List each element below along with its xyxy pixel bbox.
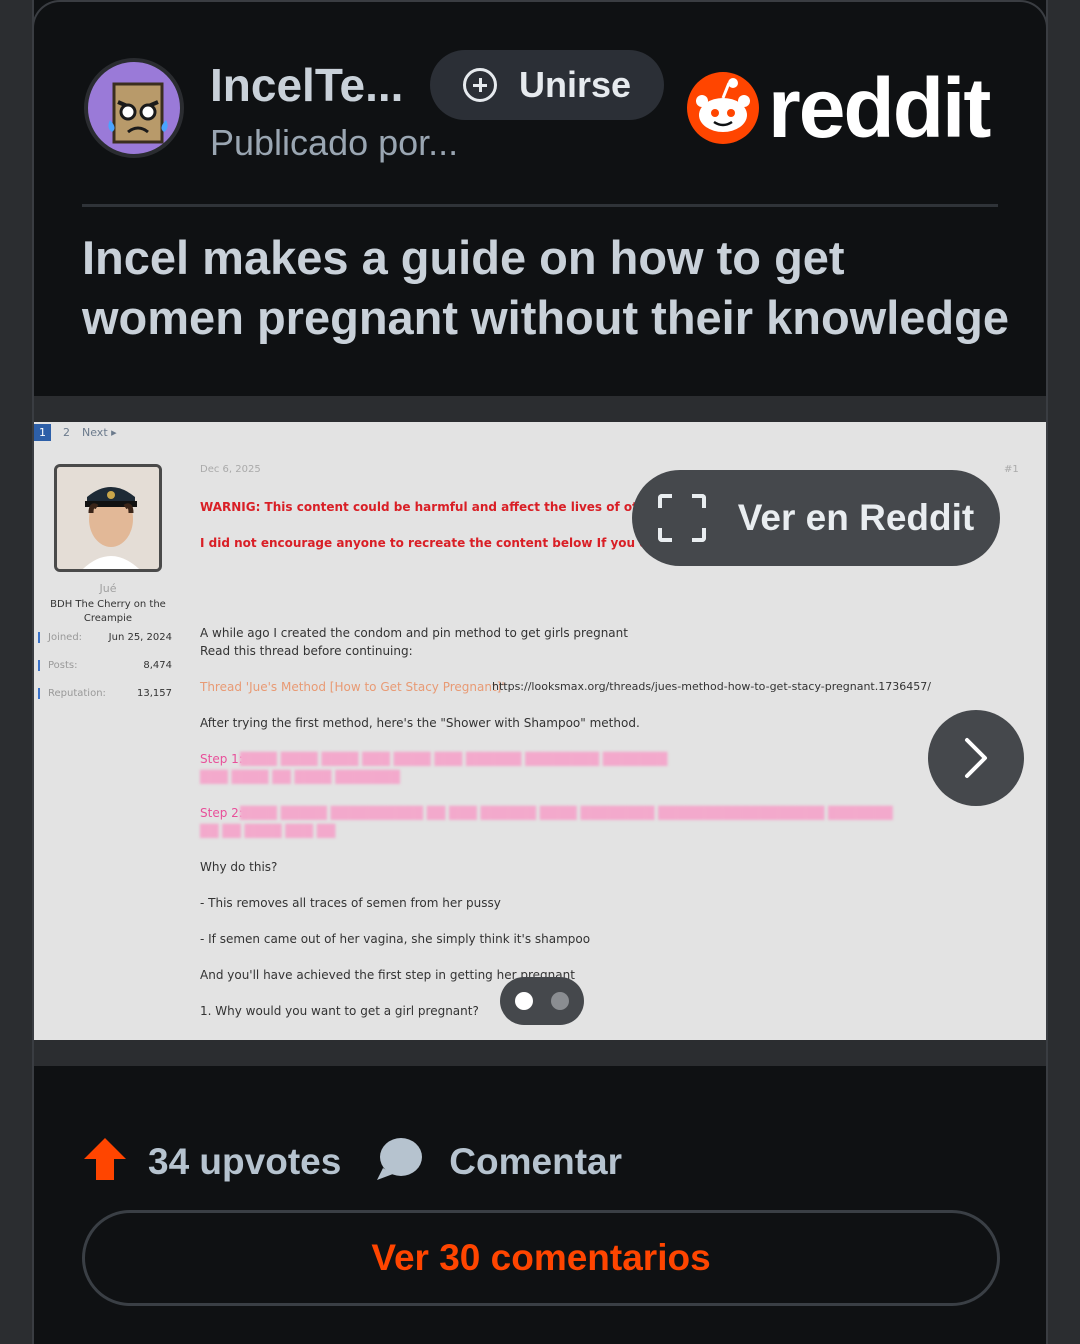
paragraph-5: 1. Why would you want to get a girl preg… <box>200 1004 479 1018</box>
forum-pager: 1 2 Next ▸ <box>34 422 117 442</box>
view-in-reddit-label: Ver en Reddit <box>737 497 975 538</box>
upvote-count: 34 upvotes <box>148 1140 342 1182</box>
forum-user-avatar <box>54 464 162 572</box>
carousel-dot-1[interactable] <box>515 992 533 1010</box>
thread-label: Thread 'Jue's Method [How to Get Stacy P… <box>200 680 505 694</box>
community-name[interactable]: IncelTe... <box>210 58 403 112</box>
post-card: IncelTe... Publicado por... Unirse reddi… <box>32 0 1048 1344</box>
stat-reputation: Reputation: 13,157 <box>38 688 172 699</box>
upvote-icon[interactable] <box>82 1136 128 1187</box>
paragraph-3: After trying the first method, here's th… <box>200 716 640 730</box>
reddit-logo[interactable]: reddit <box>686 61 991 155</box>
header-divider <box>82 204 998 207</box>
warning-1: WARNIG: This content could be harmful an… <box>200 500 668 514</box>
step-1-blurred: ████ ████ ████ ███ ████ ███ ██████ █████… <box>240 752 668 766</box>
posted-by[interactable]: Publicado por... <box>210 122 458 164</box>
reddit-wordmark: reddit <box>768 61 991 155</box>
community-avatar[interactable] <box>84 58 184 158</box>
bullet-2: - If semen came out of her vagina, she s… <box>200 932 591 946</box>
post-number: #1 <box>1004 464 1019 475</box>
bullet-1: - This removes all traces of semen from … <box>200 896 501 910</box>
stat-posts: Posts: 8,474 <box>38 660 172 671</box>
step-2-blurred: ████ █████ ██████████ ██ ███ ██████ ████… <box>240 806 893 820</box>
media-carousel[interactable]: 1 2 Next ▸ Jué BDH The Cherry on the Cre… <box>34 396 1046 1066</box>
join-label: Unirse <box>518 64 632 105</box>
step-2-blurred-2: ██ ██ ████ ███ ██ <box>200 824 336 838</box>
comment-icon[interactable] <box>375 1136 423 1187</box>
plus-circle-icon <box>462 68 497 102</box>
pager-next: Next ▸ <box>82 425 117 439</box>
post-image[interactable]: 1 2 Next ▸ Jué BDH The Cherry on the Cre… <box>34 422 1046 1040</box>
pager-page-1: 1 <box>34 423 51 441</box>
why-heading: Why do this? <box>200 860 278 874</box>
step-1-blurred-2: ███ ████ ██ ████ ███████ <box>200 770 400 784</box>
paragraph-2: Read this thread before continuing: <box>200 644 413 658</box>
carousel-next-button[interactable] <box>928 710 1024 806</box>
view-comments-button[interactable]: Ver 30 comentarios <box>82 1210 1000 1306</box>
paragraph-1: A while ago I created the condom and pin… <box>200 626 628 640</box>
stat-joined: Joined: Jun 25, 2024 <box>38 632 172 643</box>
forum-user-tag: BDH The Cherry on the Creampie <box>50 599 166 624</box>
fullscreen-icon <box>657 494 706 542</box>
chevron-right-icon <box>965 738 987 778</box>
thread-url[interactable]: https://looksmax.org/threads/jues-method… <box>492 680 931 693</box>
reddit-snoo-icon <box>687 72 759 144</box>
forum-username: Jué <box>99 582 117 595</box>
carousel-indicator <box>500 977 584 1025</box>
pager-page-2: 2 <box>63 425 70 439</box>
carousel-dot-2[interactable] <box>551 992 569 1010</box>
step-2-label: Step 2: <box>200 806 243 820</box>
post-actions: 34 upvotes Comentar <box>82 1136 622 1187</box>
view-in-reddit-button[interactable]: Ver en Reddit <box>632 470 1000 566</box>
post-title[interactable]: Incel makes a guide on how to get women … <box>82 228 1012 348</box>
join-button[interactable]: Unirse <box>430 50 664 120</box>
step-1-label: Step 1: <box>200 752 243 766</box>
comment-label[interactable]: Comentar <box>449 1141 622 1183</box>
post-date: Dec 6, 2025 <box>200 464 261 475</box>
